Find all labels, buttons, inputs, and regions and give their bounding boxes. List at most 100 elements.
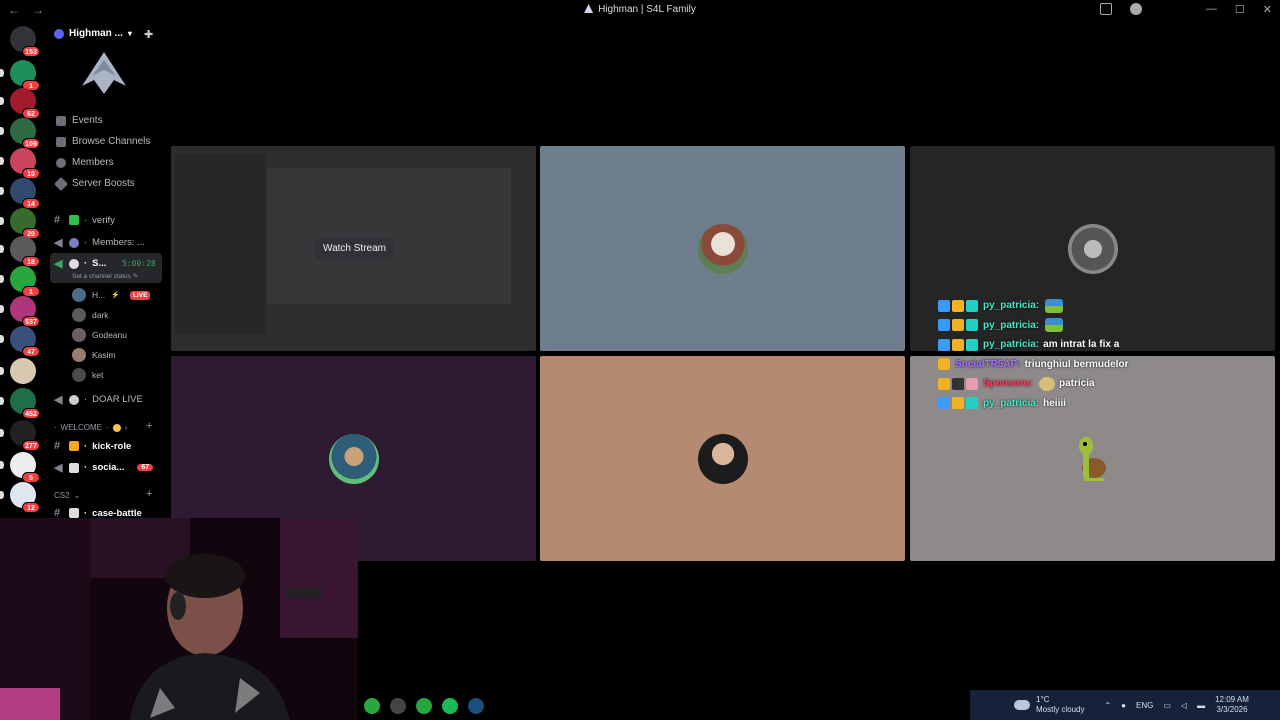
avatar xyxy=(72,348,86,362)
sunglasses-badge-icon xyxy=(952,377,964,390)
server-icon-9[interactable]: 537 xyxy=(0,296,40,327)
steam-icon[interactable] xyxy=(468,698,484,714)
camera-icon: ⚡ xyxy=(111,292,120,299)
system-tray: 1°C Mostly cloudy ⌃ ● ENG ▭ ◁ ▬ 12:09 AM… xyxy=(970,690,1280,720)
announcement-icon: ◀ xyxy=(54,462,63,474)
taskbar-apps xyxy=(358,692,484,720)
voice-channel-active-label[interactable]: ◀ · S... xyxy=(54,257,106,270)
voice-timer: 5:00:28 xyxy=(122,259,156,268)
pepe-emote-icon xyxy=(1045,318,1064,333)
network-icon[interactable]: ▭ xyxy=(1163,701,1171,710)
server-icon-6[interactable]: 20 xyxy=(0,208,40,239)
avatar xyxy=(72,328,86,342)
category-cs2[interactable]: CS2 ⌄ xyxy=(54,491,80,500)
chat-message: py_patricia: heiiii xyxy=(938,394,1178,414)
invite-people-icon[interactable]: ✚ xyxy=(144,28,156,41)
voice-user[interactable]: ket xyxy=(72,368,103,382)
participant-tile[interactable] xyxy=(540,356,905,561)
window-title: Highman | S4L Family xyxy=(0,4,1280,15)
server-icon-8[interactable]: 1 xyxy=(0,266,40,297)
channel-social[interactable]: ◀ · socia... 67 xyxy=(54,461,154,474)
voice-user[interactable]: dark xyxy=(72,308,109,322)
chevron-up-icon[interactable]: ⌃ xyxy=(1104,701,1111,710)
server-icon-13[interactable]: 277 xyxy=(0,420,40,451)
badge-icon xyxy=(938,319,950,332)
voice-user[interactable]: Godeanu xyxy=(72,328,127,342)
xbox-icon[interactable] xyxy=(416,698,432,714)
check-emoji-icon xyxy=(69,215,79,225)
server-icon-1[interactable]: 1 xyxy=(0,60,40,91)
server-icon-11[interactable] xyxy=(0,358,36,384)
server-icon-2[interactable]: 62 xyxy=(0,88,40,119)
avatar xyxy=(72,288,86,302)
server-icon-14[interactable]: 5 xyxy=(0,452,40,483)
participant-tile[interactable] xyxy=(540,146,905,351)
menu-events[interactable]: Events xyxy=(56,115,103,126)
chevron-down-icon: ⌄ xyxy=(73,491,81,500)
person-emoji-icon xyxy=(69,237,79,248)
server-icon-4[interactable]: 10 xyxy=(0,148,40,179)
title-bar: ← → Highman | S4L Family — ☐ ✕ xyxy=(0,0,1280,22)
crown-badge-icon xyxy=(952,338,964,351)
avatar xyxy=(697,223,748,274)
category-welcome[interactable]: · WELCOME · › xyxy=(54,423,127,432)
avatar xyxy=(72,368,86,382)
voice-active-icon: ◀ xyxy=(54,258,63,270)
minimize-button[interactable]: — xyxy=(1206,3,1217,16)
stream-preview xyxy=(267,168,511,304)
menu-browse-channels[interactable]: Browse Channels xyxy=(56,136,150,147)
maximize-button[interactable]: ☐ xyxy=(1235,3,1245,16)
channel-doar-live[interactable]: ◀ · DOAR LIVE xyxy=(54,393,143,406)
inbox-icon[interactable] xyxy=(1099,3,1112,15)
menu-members[interactable]: Members xyxy=(56,157,114,168)
stream-tile[interactable]: Watch Stream xyxy=(171,146,536,351)
chat-message: py_patricia: xyxy=(938,316,1178,336)
language-indicator[interactable]: ENG xyxy=(1136,701,1153,710)
server-icon-7[interactable]: 18 xyxy=(0,236,40,267)
turtle-emote-icon xyxy=(1079,437,1106,481)
avatar xyxy=(72,308,86,322)
volume-icon[interactable]: ◁ xyxy=(1181,701,1187,710)
chat-message: SocialTR5AP: triunghiul bermudelor xyxy=(938,355,1178,375)
crown-badge-icon xyxy=(952,319,964,332)
sub-badge-icon xyxy=(966,397,978,410)
server-header[interactable]: Highman ... ▾ xyxy=(54,28,132,39)
watch-stream-button[interactable]: Watch Stream xyxy=(315,238,394,259)
close-button[interactable]: ✕ xyxy=(1263,3,1272,16)
direct-messages-icon[interactable]: 153 xyxy=(10,26,40,57)
help-icon[interactable] xyxy=(1129,3,1142,15)
channel-members-count[interactable]: ◀ · Members: ... xyxy=(54,236,145,249)
obs-icon[interactable] xyxy=(390,698,406,714)
sub-badge-icon xyxy=(966,319,978,332)
chevron-down-icon: ▾ xyxy=(127,29,132,38)
server-rail: 153 1 62 109 10 14 20 18 1 537 47 452 27… xyxy=(0,22,44,520)
hash-icon: # xyxy=(54,440,61,452)
add-channel-icon[interactable]: + xyxy=(146,420,152,432)
badge-icon xyxy=(938,299,950,312)
battery-icon[interactable]: ▬ xyxy=(1197,701,1205,710)
server-icon-10[interactable]: 47 xyxy=(0,326,40,357)
music-icon[interactable] xyxy=(442,698,458,714)
server-icon-5[interactable]: 14 xyxy=(0,178,40,209)
webcam-overlay xyxy=(0,518,358,720)
menu-server-boosts[interactable]: Server Boosts xyxy=(53,176,135,191)
chat-message: py_patricia: xyxy=(938,296,1178,316)
server-icon-15[interactable]: 12 xyxy=(0,482,40,513)
add-channel-icon[interactable]: + xyxy=(146,488,152,500)
spotify-icon[interactable] xyxy=(364,698,380,714)
boost-gem-icon xyxy=(53,176,69,191)
server-icon-12[interactable]: 452 xyxy=(0,388,40,419)
clock[interactable]: 12:09 AM 3/3/2026 xyxy=(1215,695,1249,715)
voice-user[interactable]: Kasim xyxy=(72,348,116,362)
voice-user[interactable]: H... ⚡ LIVE xyxy=(72,288,151,302)
stream-preview-sidebar xyxy=(175,154,265,334)
channel-status[interactable]: Set a channel status ✎ xyxy=(72,272,138,280)
weather-widget[interactable]: 1°C Mostly cloudy xyxy=(1014,695,1084,715)
channel-kick-role[interactable]: # · kick-role xyxy=(54,440,131,452)
mention-badge: 67 xyxy=(137,464,154,471)
microphone-icon[interactable]: ● xyxy=(1121,701,1126,710)
hash-icon: # xyxy=(54,214,61,226)
server-icon-3[interactable]: 109 xyxy=(0,118,40,149)
channel-verify[interactable]: # · verify xyxy=(54,214,115,226)
speaker-icon: ◀ xyxy=(54,394,63,406)
